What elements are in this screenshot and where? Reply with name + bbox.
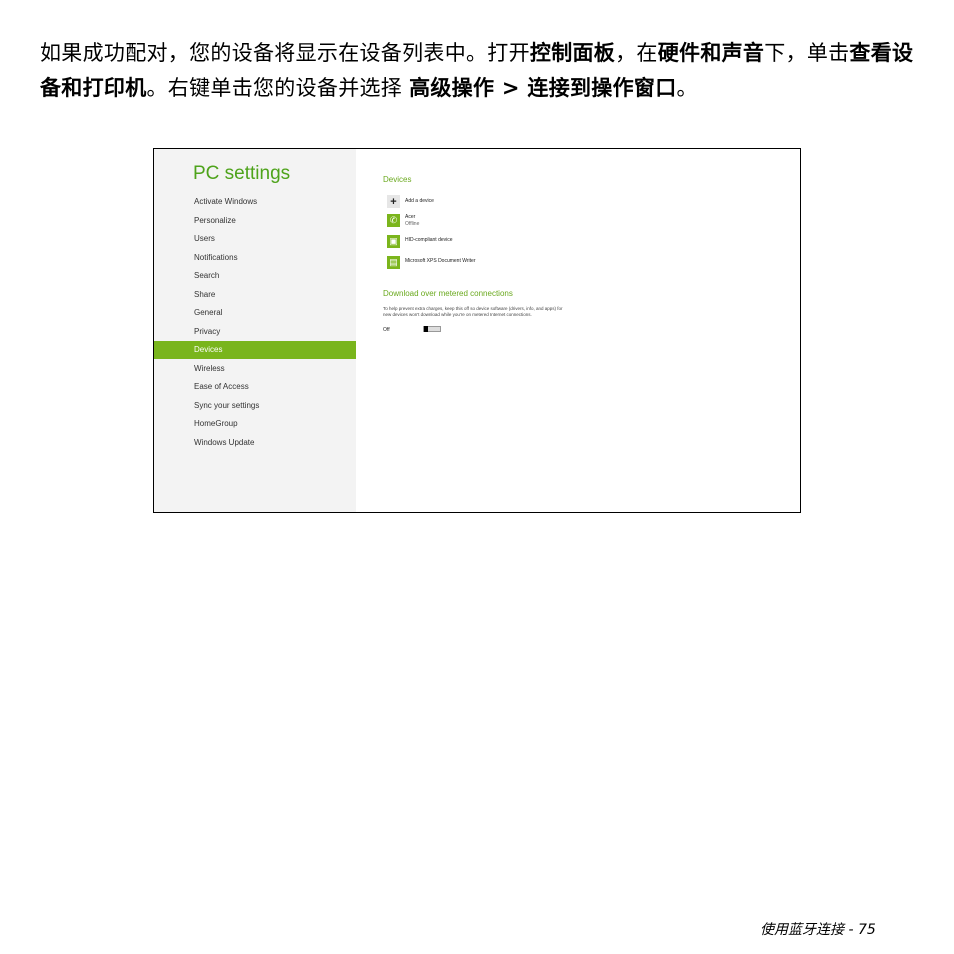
add-device-button[interactable]: + Add a device (387, 195, 647, 211)
page-footer: 使用蓝牙连接 - 75 (760, 922, 876, 938)
devices-pane: Devices + Add a device ✆ Acer Offline ▣ … (356, 149, 800, 512)
plus-icon: + (387, 195, 400, 208)
sidebar-item-windows-update[interactable]: Windows Update (154, 434, 356, 452)
instruction-text-5: 。 (676, 76, 698, 100)
sidebar-title: PC settings (193, 163, 291, 184)
instruction-text-4: 。右键单击您的设备并选择 (146, 76, 410, 100)
sidebar-item-activate-windows[interactable]: Activate Windows (154, 193, 356, 211)
control-panel-term: 控制面板 (529, 41, 616, 65)
pc-settings-screenshot: PC settings Activate Windows Personalize U… (153, 148, 801, 513)
devices-heading: Devices (383, 175, 412, 184)
hardware-sound-term: 硬件和声音 (657, 41, 765, 65)
sidebar-item-privacy[interactable]: Privacy (154, 323, 356, 341)
instruction-text-2: ，在 (615, 41, 658, 65)
settings-sidebar: PC settings Activate Windows Personalize U… (154, 149, 356, 512)
sidebar-item-notifications[interactable]: Notifications (154, 249, 356, 267)
sidebar-item-search[interactable]: Search (154, 267, 356, 285)
sidebar-item-sync-your-settings[interactable]: Sync your settings (154, 397, 356, 415)
metered-toggle[interactable] (423, 326, 441, 332)
device-item-hid[interactable]: ▣ HID-compliant device (387, 235, 647, 251)
sidebar-item-homegroup[interactable]: HomeGroup (154, 415, 356, 433)
sidebar-item-personalize[interactable]: Personalize (154, 212, 356, 230)
toggle-knob (424, 326, 428, 332)
device-name: Acer (405, 214, 416, 220)
printer-icon: ▤ (387, 256, 400, 269)
device-item-acer[interactable]: ✆ Acer Offline (387, 214, 647, 230)
sidebar-item-general[interactable]: General (154, 304, 356, 322)
device-status: Offline (405, 221, 420, 227)
toggle-state-label: Off (383, 327, 390, 333)
sidebar-item-devices[interactable]: Devices (154, 341, 356, 359)
device-name: HID-compliant device (405, 237, 453, 243)
sidebar-item-share[interactable]: Share (154, 286, 356, 304)
instruction-text-3: 下，单击 (764, 41, 850, 65)
metered-description: To help prevent extra charges, keep this… (383, 306, 563, 317)
add-device-label: Add a device (405, 198, 434, 204)
metered-heading: Download over metered connections (383, 289, 513, 298)
instruction-paragraph: 如果成功配对，您的设备将显示在设备列表中。打开控制面板，在硬件和声音下，单击查看… (40, 36, 920, 106)
device-name: Microsoft XPS Document Writer (405, 258, 476, 264)
sidebar-item-users[interactable]: Users (154, 230, 356, 248)
device-item-xps[interactable]: ▤ Microsoft XPS Document Writer (387, 256, 647, 272)
sidebar-item-wireless[interactable]: Wireless (154, 360, 356, 378)
sidebar-item-ease-of-access[interactable]: Ease of Access (154, 378, 356, 396)
instruction-text-1: 如果成功配对，您的设备将显示在设备列表中。打开 (40, 41, 530, 65)
hid-device-icon: ▣ (387, 235, 400, 248)
phone-icon: ✆ (387, 214, 400, 227)
advanced-ops-term: 高级操作 > 连接到操作窗口 (409, 76, 677, 100)
